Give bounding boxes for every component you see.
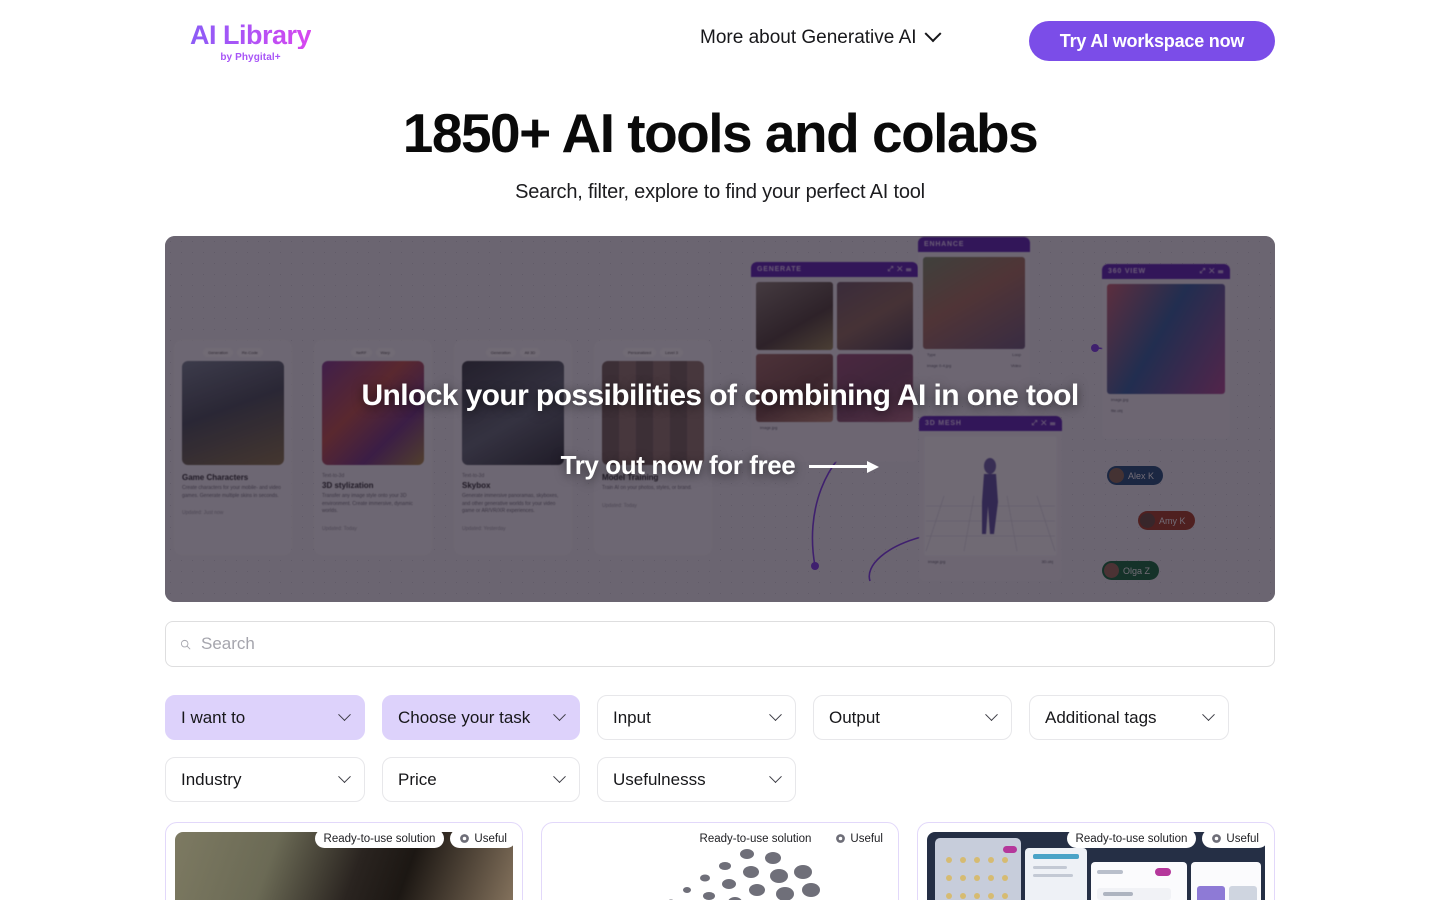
filter-choose-your-task[interactable]: Choose your task: [382, 695, 580, 740]
filter-label: Input: [613, 707, 651, 727]
filter-label: I want to: [181, 707, 246, 727]
right-arrow-icon: [809, 458, 880, 473]
site-header: AI Library by Phygital+ More about Gener…: [0, 0, 1440, 82]
filter-output[interactable]: Output: [813, 695, 1012, 740]
status-badge-useful: Useful: [826, 829, 892, 848]
filter-industry[interactable]: Industry: [165, 757, 365, 802]
status-badge-ready: Ready-to-use solution: [1066, 829, 1197, 848]
nav-dropdown-label: More about Generative AI: [700, 27, 917, 48]
filter-row-1: I want to Choose your task Input Output …: [165, 695, 1295, 740]
card-badges: Ready-to-use solution Useful: [690, 829, 892, 848]
chevron-down-icon: [338, 708, 351, 722]
promo-banner[interactable]: Generation Re-Code Game Characters Creat…: [165, 236, 1275, 602]
filter-usefulness[interactable]: Usefulnesss: [597, 757, 796, 802]
banner-overlay: [165, 236, 1275, 602]
chevron-down-icon: [553, 708, 566, 722]
try-ai-workspace-button[interactable]: Try AI workspace now: [1029, 21, 1275, 61]
badge-label: Useful: [474, 832, 507, 845]
page-root: AI Library by Phygital+ More about Gener…: [0, 0, 1440, 900]
filter-label: Additional tags: [1045, 707, 1157, 727]
banner-headline: Unlock your possibilities of combining A…: [361, 379, 1079, 412]
badge-label: Useful: [1226, 832, 1259, 845]
status-badge-useful: Useful: [1202, 829, 1268, 848]
filter-input[interactable]: Input: [597, 695, 796, 740]
search-bar[interactable]: [165, 621, 1275, 667]
chevron-down-icon: [924, 25, 942, 43]
card-badges: Ready-to-use solution Useful: [1066, 829, 1268, 848]
chevron-down-icon: [1202, 708, 1215, 722]
result-card[interactable]: Ready-to-use solution Useful: [165, 822, 523, 900]
chevron-down-icon: [553, 770, 566, 784]
card-badges: Ready-to-use solution Useful: [314, 829, 516, 848]
result-card[interactable]: Ready-to-use solution Useful: [541, 822, 899, 900]
logo[interactable]: AI Library by Phygital+: [190, 20, 312, 64]
logo-subtitle: by Phygital+: [220, 52, 281, 63]
filter-panel: I want to Choose your task Input Output …: [165, 695, 1295, 819]
status-badge-ready: Ready-to-use solution: [314, 829, 445, 848]
results-grid: Ready-to-use solution Useful Ready-to-us…: [165, 822, 1275, 900]
filter-label: Output: [829, 707, 881, 727]
search-icon: [180, 639, 191, 649]
status-badge-useful: Useful: [450, 829, 516, 848]
chevron-down-icon: [769, 708, 782, 722]
badge-label: Useful: [850, 832, 883, 845]
filter-label: Usefulnesss: [613, 769, 706, 789]
search-input[interactable]: [201, 634, 1260, 654]
banner-cta[interactable]: Try out now for free: [165, 450, 1275, 481]
filter-price[interactable]: Price: [382, 757, 580, 802]
gear-icon: [836, 834, 846, 843]
result-card[interactable]: Ready-to-use solution Useful: [917, 822, 1275, 900]
filter-label: Industry: [181, 769, 242, 789]
logo-title: AI Library: [190, 20, 312, 50]
banner-cta-label: Try out now for free: [560, 450, 796, 480]
gear-icon: [460, 834, 470, 843]
filter-label: Price: [398, 769, 437, 789]
filter-label: Choose your task: [398, 707, 531, 727]
nav-dropdown-generative-ai[interactable]: More about Generative AI: [700, 25, 942, 49]
filter-row-2: Industry Price Usefulnesss: [165, 757, 1295, 802]
filter-i-want-to[interactable]: I want to: [165, 695, 365, 740]
filter-additional-tags[interactable]: Additional tags: [1029, 695, 1229, 740]
status-badge-ready: Ready-to-use solution: [690, 829, 821, 848]
chevron-down-icon: [985, 708, 998, 722]
gear-icon: [1212, 834, 1222, 843]
page-subtitle: Search, filter, explore to find your per…: [515, 181, 925, 203]
chevron-down-icon: [769, 770, 782, 784]
chevron-down-icon: [338, 770, 351, 784]
page-title: 1850+ AI tools and colabs: [402, 102, 1039, 164]
